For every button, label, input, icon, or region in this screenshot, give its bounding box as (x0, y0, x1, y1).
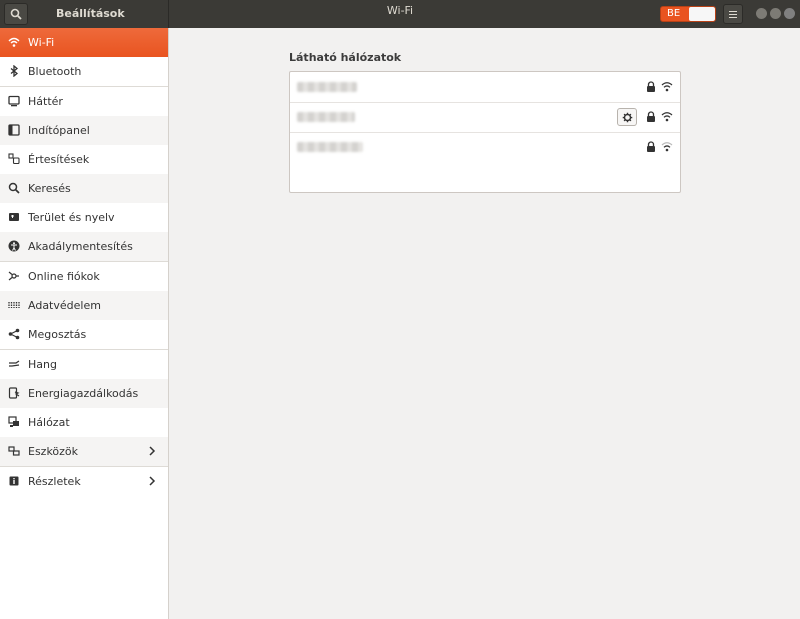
bluetooth-icon (10, 65, 19, 77)
network-settings-button[interactable] (617, 108, 637, 126)
network-icon (8, 416, 19, 427)
close-button[interactable] (784, 8, 795, 19)
online-accounts-icon (8, 271, 19, 281)
sidebar-item-devices[interactable]: Eszközök (0, 437, 168, 466)
sidebar-item-sound[interactable]: Hang (0, 350, 168, 379)
sound-icon (9, 360, 20, 367)
sidebar-item-label: Adatvédelem (28, 299, 101, 312)
hamburger-icon (729, 11, 737, 12)
sidebar-item-notifications[interactable]: Értesítések (0, 145, 168, 174)
sidebar-item-power[interactable]: Energiagazdálkodás (0, 379, 168, 408)
chevron-right-icon (149, 476, 156, 486)
sidebar-item-search[interactable]: Keresés (0, 174, 168, 203)
network-name-redacted (297, 142, 363, 152)
search-icon (8, 182, 20, 194)
wifi-signal-icon (661, 112, 673, 122)
sidebar-item-sharing[interactable]: Megosztás (0, 320, 168, 349)
sidebar-item-label: Háttér (28, 95, 63, 108)
sidebar-item-label: Energiagazdálkodás (28, 387, 139, 400)
sidebar-item-label: Értesítések (28, 153, 90, 166)
sidebar-item-label: Hálózat (28, 416, 70, 429)
lock-icon (647, 81, 655, 92)
header-bar: Beállítások Wi-Fi BE (0, 0, 800, 28)
sidebar-item-label: Keresés (28, 182, 71, 195)
region-icon (9, 213, 19, 221)
network-name-redacted (297, 112, 355, 122)
wifi-toggle-switch[interactable]: BE (660, 6, 716, 22)
sidebar-item-label: Indítópanel (28, 124, 90, 137)
dock-icon (8, 124, 20, 136)
sidebar-item-label: Akadálymentesítés (28, 240, 133, 253)
details-icon (9, 476, 19, 486)
sidebar-item-privacy[interactable]: Adatvédelem (0, 291, 168, 320)
power-icon (8, 387, 20, 399)
sidebar-item-details[interactable]: Részletek (0, 467, 168, 496)
hamburger-icon (729, 14, 737, 15)
background-icon (8, 95, 20, 107)
sidebar-item-label: Wi-Fi (28, 36, 55, 49)
wifi-toggle-knob (689, 7, 715, 21)
hamburger-icon (729, 17, 737, 18)
network-name-redacted (297, 82, 357, 92)
sidebar-item-background[interactable]: Háttér (0, 87, 168, 116)
sidebar-item-bluetooth[interactable]: Bluetooth (0, 57, 168, 86)
network-row[interactable] (290, 102, 680, 133)
sidebar-item-label: Online fiókok (28, 270, 100, 283)
sidebar-item-label: Megosztás (28, 328, 87, 341)
lock-icon (647, 111, 655, 122)
sidebar-item-online-accounts[interactable]: Online fiókok (0, 262, 168, 291)
gear-icon (622, 112, 633, 123)
minimize-button[interactable] (756, 8, 767, 19)
menu-button[interactable] (723, 4, 743, 24)
sidebar-item-accessibility[interactable]: Akadálymentesítés (0, 232, 168, 261)
sidebar-item-network[interactable]: Hálózat (0, 408, 168, 437)
wifi-toggle-label: BE (667, 8, 681, 19)
lock-icon (647, 141, 655, 152)
chevron-right-icon (149, 446, 156, 456)
wifi-signal-icon (661, 82, 673, 92)
section-title: Látható hálózatok (289, 51, 402, 64)
sidebar-item-label: Terület és nyelv (28, 211, 115, 224)
accessibility-icon (8, 240, 20, 252)
sidebar-item-label: Eszközök (28, 445, 79, 458)
devices-icon (8, 446, 20, 456)
sidebar: Wi-Fi Bluetooth Háttér Indítópanel Értes… (0, 28, 169, 619)
maximize-button[interactable] (770, 8, 781, 19)
privacy-icon (8, 302, 20, 308)
network-row[interactable] (290, 132, 680, 162)
sidebar-item-dock[interactable]: Indítópanel (0, 116, 168, 145)
sidebar-item-region[interactable]: Terület és nyelv (0, 203, 168, 232)
share-icon (8, 328, 20, 340)
sidebar-item-wifi[interactable]: Wi-Fi (0, 28, 168, 57)
notifications-icon (8, 153, 20, 165)
sidebar-item-label: Részletek (28, 475, 81, 488)
wifi-icon (8, 37, 20, 47)
sidebar-item-label: Bluetooth (28, 65, 82, 78)
network-row[interactable] (290, 72, 680, 103)
visible-networks-list (289, 71, 681, 193)
sidebar-item-label: Hang (28, 358, 57, 371)
wifi-signal-weak-icon (661, 142, 673, 152)
